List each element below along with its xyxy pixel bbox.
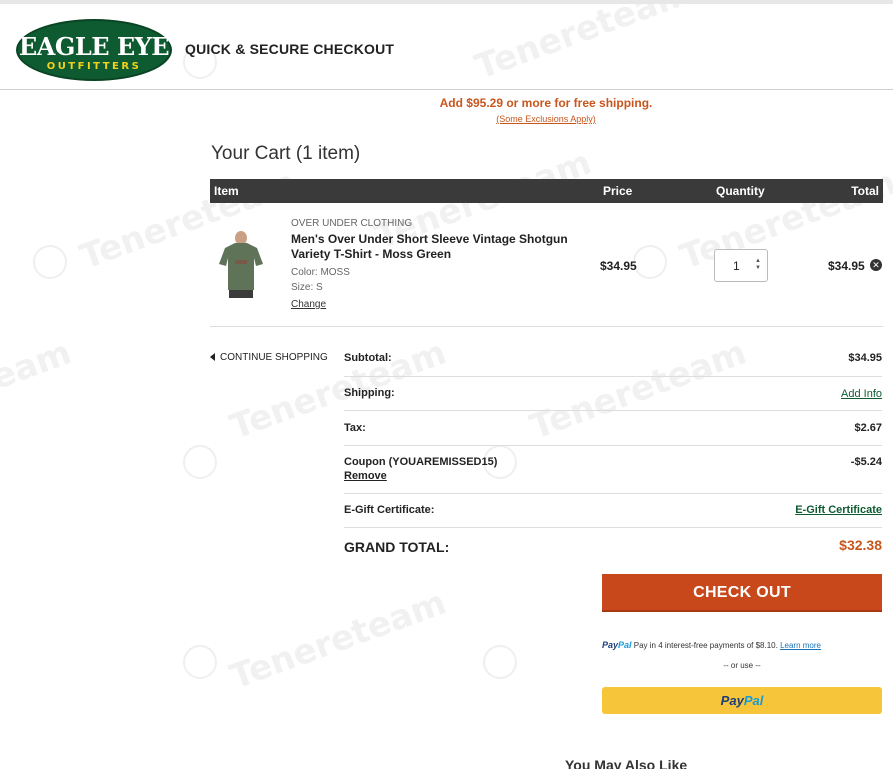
egift-certificate-link[interactable]: E-Gift Certificate [795,504,882,516]
product-brand: OVER UNDER CLOTHING [291,218,413,229]
subtotal-label: Subtotal: [344,352,392,364]
paypal-checkout-button[interactable]: PayPal [602,687,882,714]
coupon-discount-value: -$5.24 [850,456,882,468]
continue-shopping-label: CONTINUE SHOPPING [220,352,328,363]
paypal-pay-in-4-message: PayPal Pay in 4 interest-free payments o… [602,640,882,650]
product-image[interactable] [213,230,269,300]
caret-left-icon [210,353,215,361]
watermark-seal-icon [483,645,517,679]
tax-label: Tax: [344,422,366,434]
tshirt-photo-icon [219,231,263,298]
item-price: $34.95 [600,259,637,273]
spinner-arrows-icon[interactable]: ▲ ▼ [755,258,761,272]
column-header-quantity: Quantity [716,184,765,198]
grand-total-value: $32.38 [839,537,882,553]
paypal-logo-icon: PayPal [720,693,764,708]
summary-egift-row: E-Gift Certificate: E-Gift Certificate [344,494,882,528]
paypal-logo-icon: PayPal [602,640,632,650]
logo-title: EAGLE EYE [18,32,170,61]
grand-total-label: GRAND TOTAL: [344,539,450,555]
quantity-value[interactable]: 1 [733,259,740,273]
recommendations-heading: You May Also Like [565,757,688,769]
site-header: EAGLE EYE OUTFITTERS QUICK & SECURE CHEC… [0,0,893,90]
cart-table-header: Item Price Quantity Total [210,179,883,203]
remove-coupon-link[interactable]: Remove [344,470,387,482]
watermark-seal-icon [183,645,217,679]
summary-coupon-row: Coupon (YOUAREMISSED15) Remove -$5.24 [344,446,882,494]
egift-label: E-Gift Certificate: [344,504,435,516]
logo-subtitle: OUTFITTERS [46,61,142,72]
summary-tax-row: Tax: $2.67 [344,411,882,446]
watermark-text: Tenereteam [0,332,77,448]
product-name[interactable]: Men's Over Under Short Sleeve Vintage Sh… [291,232,591,262]
summary-subtotal-row: Subtotal: $34.95 [344,344,882,377]
checkout-button[interactable]: CHECK OUT [602,574,882,612]
continue-shopping-link[interactable]: CONTINUE SHOPPING [210,352,328,363]
free-shipping-message: Add $95.29 or more for free shipping. [439,96,653,110]
summary-shipping-row: Shipping: Add Info [344,377,882,411]
divider [210,326,883,327]
change-item-link[interactable]: Change [291,299,326,310]
checkout-header-title: QUICK & SECURE CHECKOUT [185,41,395,57]
item-total: $34.95 [828,259,865,273]
product-size: Size: S [291,282,323,293]
remove-item-icon[interactable]: ✕ [870,259,882,271]
tax-value: $2.67 [854,422,882,434]
watermark-seal-icon [183,445,217,479]
cart-title: Your Cart (1 item) [211,143,361,164]
paypal-learn-more-link[interactable]: Learn more [780,641,821,650]
watermark-text: Tenereteam [224,582,452,698]
shipping-label: Shipping: [344,387,395,399]
quantity-stepper[interactable]: 1 ▲ ▼ [714,249,768,282]
add-shipping-info-link[interactable]: Add Info [841,388,882,400]
paypal-message-text: Pay in 4 interest-free payments of $8.10… [633,641,778,650]
column-header-price: Price [603,184,633,198]
column-header-item: Item [214,184,239,198]
or-use-divider: -- or use -- [723,661,761,670]
watermark-seal-icon [633,245,667,279]
coupon-label: Coupon (YOUAREMISSED15) [344,456,498,468]
exclusions-link[interactable]: (Some Exclusions Apply) [0,114,893,124]
watermark-seal-icon [33,245,67,279]
subtotal-value: $34.95 [848,352,882,364]
eagle-eye-logo[interactable]: EAGLE EYE OUTFITTERS [16,19,172,81]
product-color: Color: MOSS [291,267,350,278]
column-header-total: Total [851,184,879,198]
